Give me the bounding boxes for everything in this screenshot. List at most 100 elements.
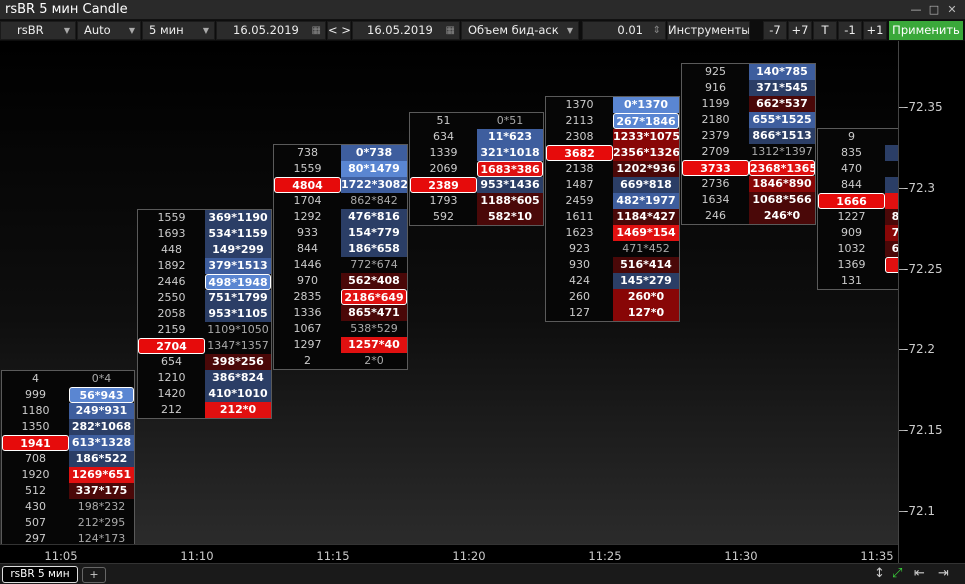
bid-ask-cell [885,145,898,161]
symbol-value: rsBR [17,23,44,37]
price-axis[interactable]: -72.35 -72.3 -72.25 -72.2 -72.15 -72.1 [898,41,965,563]
price-level-row: 2308 1233*1075 [546,129,679,145]
bid-ask-cell: 1347*1357 [207,339,269,352]
volume-cell: 1892 [157,259,186,272]
plus-7-button[interactable]: +7 [788,21,812,40]
plus-1-button[interactable]: +1 [863,21,887,40]
volume-cell: 512 [25,484,46,497]
scale-select[interactable]: Auto ▼ [77,21,141,40]
bid-ask-cell: 140*785 [749,64,815,80]
timeframe-select[interactable]: 5 мин ▼ [142,21,215,40]
bid-ask-cell: 482*1977 [613,193,679,209]
volume-cell: 1370 [565,98,594,111]
scale-value: Auto [84,23,111,37]
bid-ask-cell: 582*10 [477,209,543,225]
volume-cell: 923 [569,242,590,255]
volume-cell: 970 [297,274,318,287]
scroll-end-icon[interactable]: ⇥ [938,566,949,581]
price-level-row: 212 212*0 [138,402,271,418]
mode-select[interactable]: Объем бид-аск ▼ [461,21,579,40]
bid-ask-cell: 6 [885,241,898,257]
bid-ask-cell: 866*1513 [749,128,815,144]
price-level-row: 1704 862*842 [274,193,407,209]
date-nav-button[interactable]: < > [327,21,351,40]
volume-cell: 1446 [293,258,322,271]
bid-ask-cell: 56*943 [69,387,134,403]
price-level-row: 448 149*299 [138,242,271,258]
bid-ask-cell: 410*1010 [205,386,271,402]
candle-1110[interactable]: 1559 369*1190 1693 534*1159 448 149*299 1892 37… [137,209,272,419]
price-level-row: 1420 410*1010 [138,386,271,402]
date-from-field[interactable]: 16.05.2019 ▦ [216,21,326,40]
close-icon[interactable]: ✕ [944,2,960,17]
add-tab-button[interactable]: + [82,567,106,583]
apply-button[interactable]: Применить [889,21,963,40]
bid-ask-cell [885,161,898,177]
t-button[interactable]: T [813,21,837,40]
step-value: 0.01 [617,23,643,37]
bid-ask-cell: 246*0 [749,208,815,224]
price-level-row: 1634 1068*566 [682,192,815,208]
price-level-row: 131 [818,273,898,289]
minimize-icon[interactable]: — [908,2,924,17]
tab-chart[interactable]: rsBR 5 мин [2,566,78,583]
price-level-row: 430 198*232 [2,499,134,515]
bid-ask-cell: 534*1159 [205,226,271,242]
price-level-row: 512 337*175 [2,483,134,499]
spin-icon[interactable]: ⇕ [653,22,661,39]
chevron-down-icon: ▼ [566,26,573,35]
bid-ask-cell: 669*818 [613,177,679,193]
price-level-row: 470 [818,161,898,177]
instruments-button[interactable]: Инструменты [667,21,750,40]
minus-1-label: -1 [844,23,856,37]
step-field[interactable]: 0.01 ⇕ [582,21,666,40]
time-axis[interactable]: 11:05 11:10 11:15 11:20 11:25 11:30 11:3… [0,544,898,563]
volume-cell: 738 [297,146,318,159]
window-title: rsBR 5 мин Candle [5,2,128,17]
volume-cell: 9 [848,130,855,143]
candle-1115[interactable]: 738 0*738 1559 80*1479 4804 1722*3082 1704 862*… [273,144,408,370]
footprint-chart[interactable]: 4 0*4 999 56*943 1180 249*931 1350 282*1068 1941… [0,41,898,544]
volume-cell: 2159 [157,323,186,336]
candle-1135[interactable]: 9 835 470 844 1666 1227 8 909 7 1032 6 1369 131 [817,128,898,290]
candle-1105[interactable]: 4 0*4 999 56*943 1180 249*931 1350 282*1068 1941… [1,370,135,544]
bid-ask-cell: 0*4 [91,372,112,385]
minus-7-button[interactable]: -7 [763,21,787,40]
volume-cell: 297 [25,532,46,544]
price-level-row: 923 471*452 [546,241,679,257]
volume-cell: 1634 [701,193,730,206]
bid-ask-cell: 1068*566 [749,192,815,208]
candle-1125[interactable]: 1370 0*1370 2113 267*1846 2308 1233*1075 3682 2… [545,96,680,322]
price-level-row: 1180 249*931 [2,403,134,419]
minus-1-button[interactable]: -1 [838,21,862,40]
volume-cell: 835 [841,146,862,159]
bid-ask-cell: 1109*1050 [207,323,269,336]
bid-ask-cell: 471*452 [622,242,670,255]
bid-ask-cell: 212*0 [205,402,271,418]
calendar-icon[interactable]: ▦ [312,22,321,39]
calendar-icon[interactable]: ▦ [446,22,455,39]
scroll-start-icon[interactable]: ⇤ [914,566,925,581]
poc-volume-cell: 2389 [410,177,477,193]
volume-cell: 260 [569,290,590,303]
candle-1130[interactable]: 925 140*785 916 371*545 1199 662*537 2180 655*1… [681,63,816,225]
price-label: -72.25 [904,262,943,276]
price-level-row: 2835 2186*649 [274,289,407,305]
volume-cell: 1704 [293,194,322,207]
bid-ask-cell: 476*816 [341,209,407,225]
volume-cell: 127 [569,306,590,319]
candle-1120[interactable]: 51 0*51 634 11*623 1339 321*1018 2069 1683*386 2… [409,112,544,226]
symbol-select[interactable]: rsBR ▼ [0,21,76,40]
volume-cell: 1292 [293,210,322,223]
fit-screen-icon[interactable]: ⤢ [892,566,902,581]
maximize-icon[interactable]: □ [926,2,942,17]
price-level-row: 3682 2356*1326 [546,145,679,161]
date-to-field[interactable]: 16.05.2019 ▦ [352,21,460,40]
bid-ask-cell: 953*1105 [205,306,271,322]
volume-cell: 430 [25,500,46,513]
price-level-row: 4804 1722*3082 [274,177,407,193]
t-label: T [821,23,829,37]
price-label: -72.1 [904,504,936,518]
vertical-resize-icon[interactable]: ↕ [874,566,885,581]
time-label: 11:35 [860,549,894,563]
